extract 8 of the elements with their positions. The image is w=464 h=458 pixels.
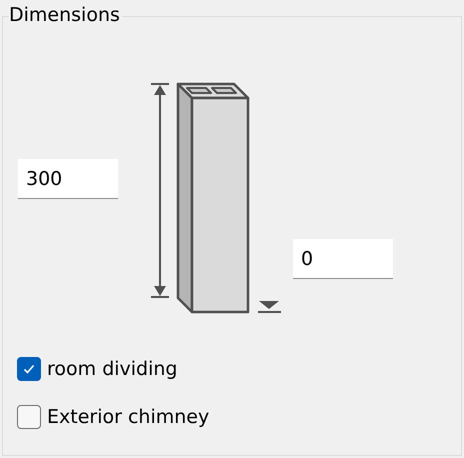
height-field[interactable]: 300 xyxy=(18,159,118,199)
level-marker-icon xyxy=(258,301,281,313)
offset-field[interactable]: 0 xyxy=(293,239,393,279)
checkbox-label: room dividing xyxy=(47,358,178,380)
checkbox[interactable] xyxy=(17,357,41,381)
checkbox[interactable] xyxy=(17,405,41,429)
checkbox-label: Exterior chimney xyxy=(47,406,210,428)
check-icon xyxy=(22,362,36,376)
